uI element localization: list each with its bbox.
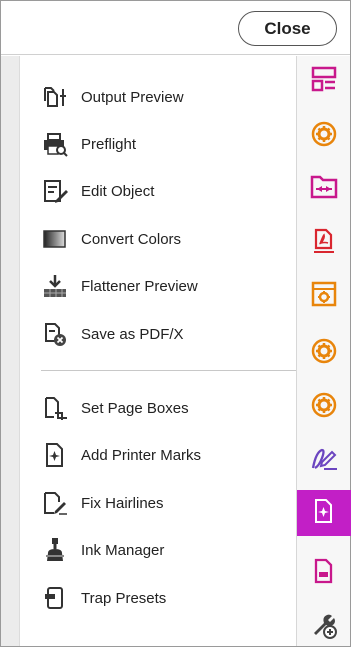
tool-set-page-boxes[interactable]: Set Page Boxes bbox=[41, 388, 291, 428]
ink-manager-icon bbox=[41, 536, 69, 564]
trap-presets-icon bbox=[41, 584, 69, 612]
gear-badge-icon bbox=[311, 121, 337, 152]
add-printer-marks-icon bbox=[41, 441, 69, 469]
rightbar-forms[interactable] bbox=[297, 550, 351, 596]
rightbar-gear-tool-2[interactable] bbox=[297, 330, 351, 376]
rightbar-gear-tool-1[interactable] bbox=[297, 113, 351, 159]
tool-label: Ink Manager bbox=[81, 541, 165, 559]
rightbar-customize-tools[interactable] bbox=[297, 604, 351, 647]
tool-label: Set Page Boxes bbox=[81, 399, 189, 417]
print-production-panel: Output Preview Preflight Edit Object Con… bbox=[21, 56, 297, 646]
save-as-pdfx-icon bbox=[41, 320, 69, 348]
tool-label: Edit Object bbox=[81, 182, 155, 200]
customize-tools-icon bbox=[310, 611, 338, 644]
tool-label: Fix Hairlines bbox=[81, 494, 164, 512]
rightbar-combine-files[interactable] bbox=[297, 166, 351, 212]
tool-label: Output Preview bbox=[81, 88, 184, 106]
rightbar-print-production[interactable] bbox=[297, 490, 351, 536]
tool-label: Convert Colors bbox=[81, 230, 182, 248]
tool-edit-object[interactable]: Edit Object bbox=[41, 171, 291, 211]
flattener-preview-icon bbox=[41, 272, 69, 300]
tool-add-printer-marks[interactable]: Add Printer Marks bbox=[41, 435, 291, 475]
tool-label: Save as PDF/X bbox=[81, 325, 184, 343]
tool-label: Trap Presets bbox=[81, 589, 167, 607]
right-tool-bar bbox=[296, 56, 351, 647]
rightbar-action-wizard[interactable] bbox=[297, 273, 351, 319]
combine-files-icon bbox=[310, 174, 338, 205]
tool-trap-presets[interactable]: Trap Presets bbox=[41, 578, 291, 618]
fill-sign-icon bbox=[310, 446, 338, 477]
tool-flattener-preview[interactable]: Flattener Preview bbox=[41, 266, 291, 306]
close-button[interactable]: Close bbox=[238, 11, 337, 46]
rightbar-organize-pages[interactable] bbox=[297, 58, 351, 104]
tool-preflight[interactable]: Preflight bbox=[41, 124, 291, 164]
rightbar-export-pdf[interactable] bbox=[297, 220, 351, 266]
tool-save-as-pdfx[interactable]: Save as PDF/X bbox=[41, 314, 291, 354]
organize-pages-icon bbox=[311, 66, 337, 97]
print-production-icon bbox=[311, 498, 337, 529]
preflight-icon bbox=[41, 130, 69, 158]
left-strip bbox=[1, 56, 20, 646]
gear-badge-icon bbox=[311, 338, 337, 369]
action-wizard-icon bbox=[311, 281, 337, 312]
tool-fix-hairlines[interactable]: Fix Hairlines bbox=[41, 483, 291, 523]
export-pdf-icon bbox=[311, 228, 337, 259]
gear-badge-icon bbox=[311, 392, 337, 423]
tool-ink-manager[interactable]: Ink Manager bbox=[41, 530, 291, 570]
tool-output-preview[interactable]: Output Preview bbox=[41, 77, 291, 117]
tool-convert-colors[interactable]: Convert Colors bbox=[41, 219, 291, 259]
tool-label: Preflight bbox=[81, 135, 137, 153]
tool-label: Add Printer Marks bbox=[81, 446, 202, 464]
form-icon bbox=[311, 558, 337, 589]
section-divider bbox=[41, 370, 297, 371]
convert-colors-icon bbox=[41, 225, 69, 253]
edit-object-icon bbox=[41, 177, 69, 205]
top-bar: Close bbox=[1, 1, 350, 55]
rightbar-gear-tool-3[interactable] bbox=[297, 384, 351, 430]
fix-hairlines-icon bbox=[41, 489, 69, 517]
rightbar-fill-sign[interactable] bbox=[297, 438, 351, 484]
output-preview-icon bbox=[41, 83, 69, 111]
set-page-boxes-icon bbox=[41, 394, 69, 422]
tool-label: Flattener Preview bbox=[81, 277, 198, 295]
